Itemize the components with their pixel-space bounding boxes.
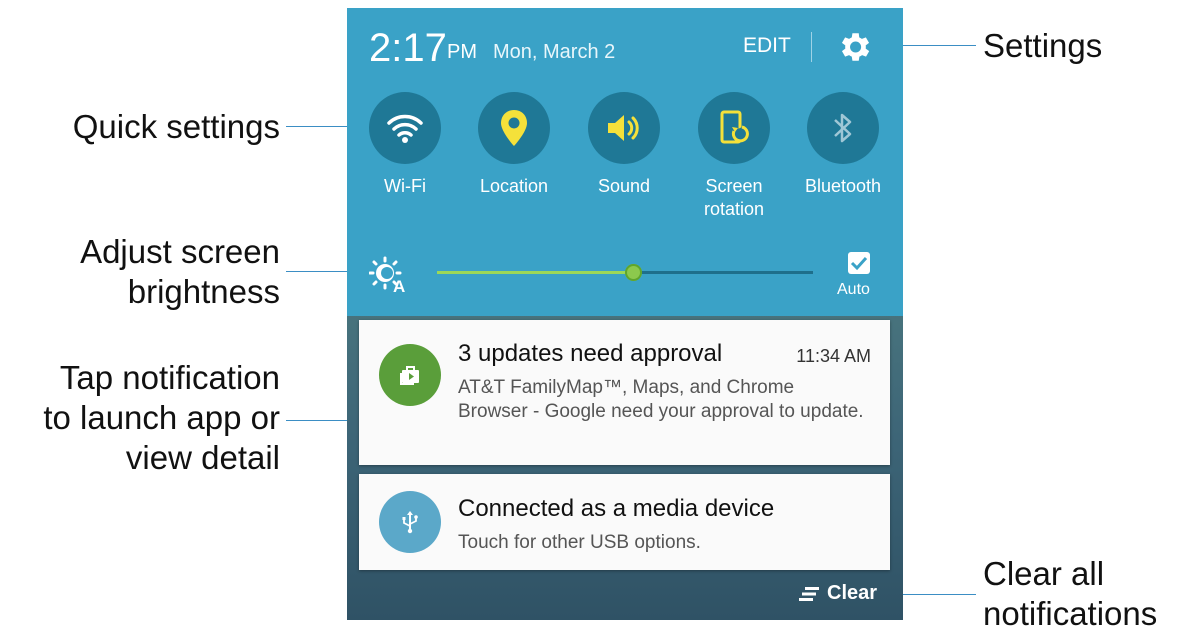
speaker-icon bbox=[608, 115, 639, 141]
callout-clear-all: Clear all notifications bbox=[983, 554, 1157, 634]
qs-tile-location[interactable]: Location bbox=[464, 92, 564, 198]
qs-label-sound: Sound bbox=[597, 176, 651, 196]
qs-label-wifi: Wi-Fi bbox=[384, 176, 426, 196]
usb-icon bbox=[402, 511, 418, 534]
status-date: Mon, March 2 bbox=[493, 41, 616, 63]
brightness-auto-icon: A bbox=[369, 256, 405, 294]
notification-icon-bg bbox=[379, 491, 441, 553]
qs-rotation-button[interactable] bbox=[698, 92, 770, 164]
qs-label-location: Location bbox=[479, 176, 549, 196]
auto-brightness-label: Auto bbox=[837, 281, 870, 298]
clear-list-icon bbox=[799, 586, 819, 601]
clock-time: 2:17 bbox=[369, 26, 447, 70]
notification-card-usb[interactable]: Connected as a media device Touch for ot… bbox=[359, 474, 890, 570]
notification-card-updates[interactable]: 3 updates need approval 11:34 AM AT&T Fa… bbox=[359, 320, 890, 465]
notification-title: Connected as a media device bbox=[458, 495, 775, 522]
location-pin-icon bbox=[501, 110, 527, 146]
notification-time: 11:34 AM bbox=[796, 346, 871, 366]
bluetooth-icon bbox=[834, 113, 852, 143]
qs-label-bluetooth: Bluetooth bbox=[804, 176, 882, 196]
app-updates-icon bbox=[400, 366, 419, 385]
qs-tile-bluetooth[interactable]: Bluetooth bbox=[793, 92, 893, 198]
callout-tap-line3: view detail bbox=[125, 439, 280, 476]
callout-brightness-line1: Adjust screen bbox=[80, 233, 280, 270]
qs-label-screen: Screen bbox=[705, 176, 763, 196]
callout-tap-notification: Tap notification to launch app or view d… bbox=[0, 358, 280, 478]
brightness-slider-handle[interactable] bbox=[625, 264, 642, 281]
header-divider bbox=[811, 32, 812, 62]
callout-tap-line1: Tap notification bbox=[59, 359, 280, 396]
callout-clear-line1: Clear all bbox=[983, 555, 1105, 592]
callout-clear-line2: notifications bbox=[983, 595, 1158, 632]
notification-shade: 2:17 PM Mon, March 2 EDIT Wi-Fi Location… bbox=[347, 8, 903, 620]
notification-icon-bg bbox=[379, 344, 441, 406]
auto-brightness-checkbox[interactable] bbox=[848, 252, 870, 274]
notification-title: 3 updates need approval bbox=[458, 340, 723, 367]
screen-rotation-icon bbox=[720, 110, 749, 144]
qs-tile-sound[interactable]: Sound bbox=[574, 92, 674, 198]
clear-label: Clear bbox=[827, 582, 878, 604]
clock-ampm: PM bbox=[447, 41, 477, 63]
svg-text:A: A bbox=[393, 277, 405, 294]
qs-tile-wifi[interactable]: Wi-Fi bbox=[355, 92, 455, 198]
callout-brightness: Adjust screen brightness bbox=[20, 232, 280, 312]
qs-sound-button[interactable] bbox=[588, 92, 660, 164]
callout-settings: Settings bbox=[983, 27, 1103, 64]
gear-icon[interactable] bbox=[835, 28, 873, 66]
quick-panel: 2:17 PM Mon, March 2 EDIT Wi-Fi Location… bbox=[347, 8, 903, 316]
qs-tile-screen-rotation[interactable]: Screen rotation bbox=[684, 92, 784, 221]
checkmark-icon bbox=[850, 256, 868, 271]
clear-all-button[interactable]: Clear bbox=[799, 582, 877, 605]
wifi-icon bbox=[387, 114, 423, 143]
qs-label-rotation: rotation bbox=[703, 199, 765, 219]
qs-wifi-button[interactable] bbox=[369, 92, 441, 164]
qs-bluetooth-button[interactable] bbox=[807, 92, 879, 164]
brightness-fill bbox=[437, 271, 633, 274]
leader-clear-all bbox=[896, 594, 976, 595]
notification-body: AT&T FamilyMap™, Maps, and Chrome Browse… bbox=[458, 377, 864, 422]
edit-button[interactable]: EDIT bbox=[743, 34, 791, 58]
notification-body: Touch for other USB options. bbox=[458, 532, 701, 553]
callout-quick-settings: Quick settings bbox=[72, 108, 280, 145]
callout-brightness-line2: brightness bbox=[127, 273, 280, 310]
qs-location-button[interactable] bbox=[478, 92, 550, 164]
callout-tap-line2: to launch app or bbox=[43, 399, 280, 436]
